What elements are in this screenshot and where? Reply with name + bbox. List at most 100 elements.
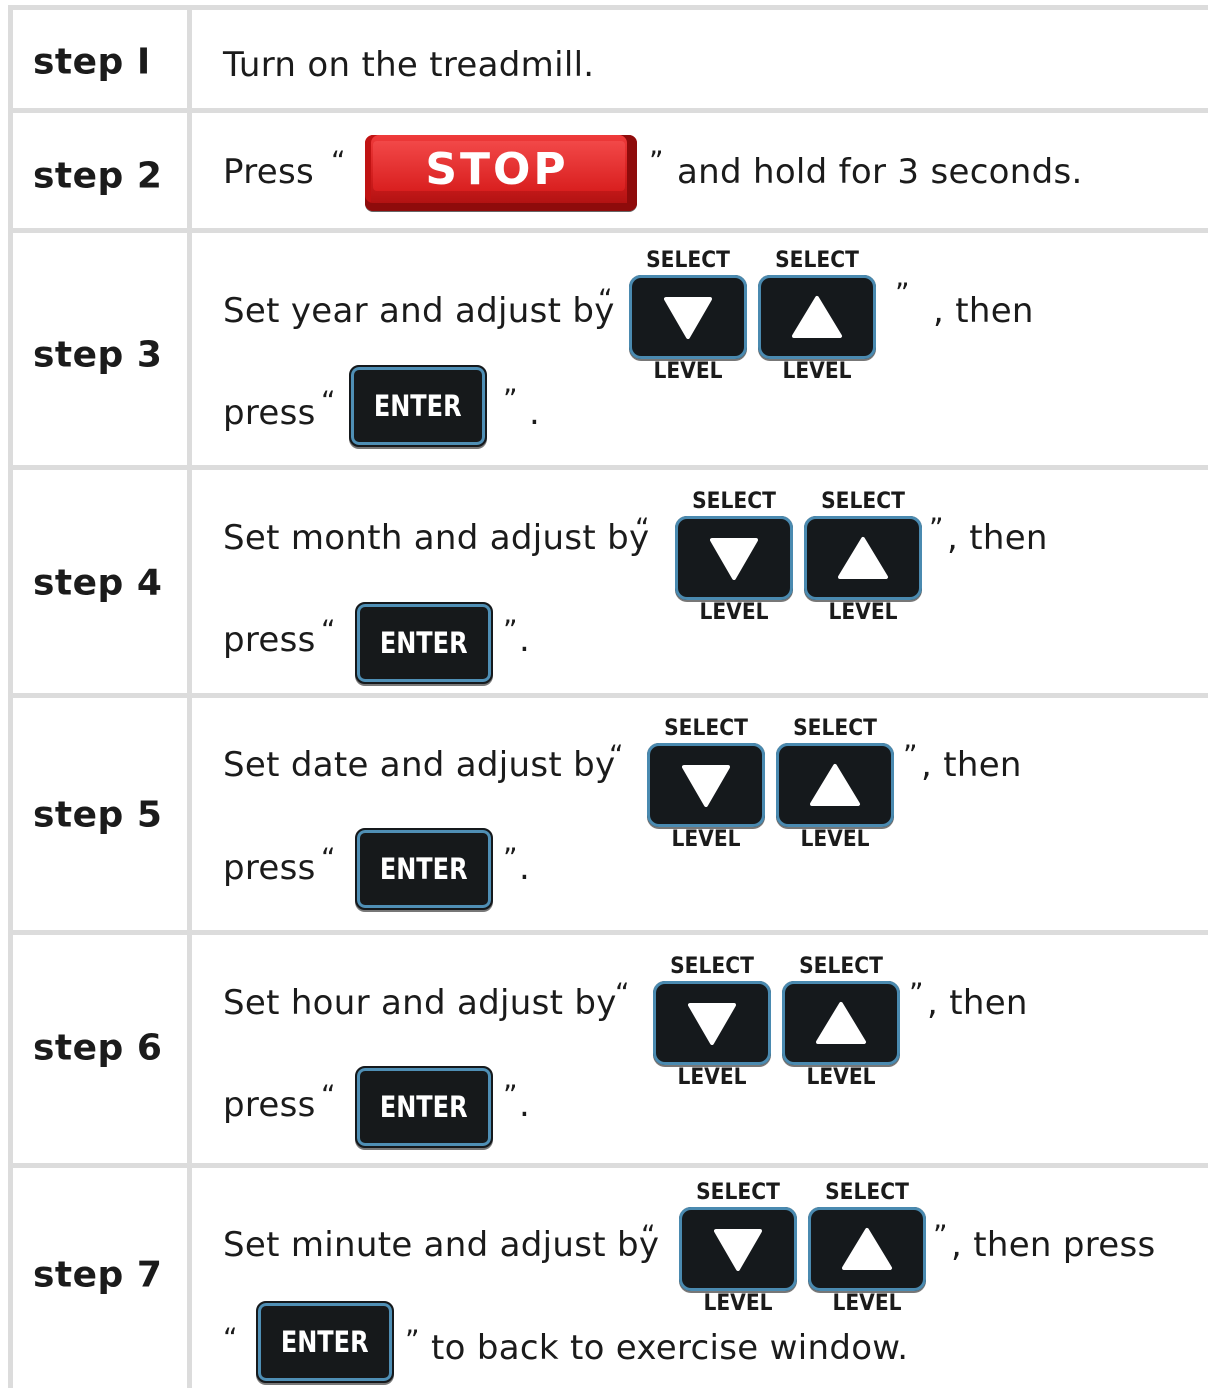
enter-button-label: ENTER [380, 626, 468, 660]
step-text: press [223, 848, 316, 888]
enter-button: ENTER [355, 1066, 493, 1148]
level-label: LEVEL [677, 1065, 747, 1090]
select-down-button: SELECT LEVEL [645, 716, 767, 852]
step-label: step 5 [33, 794, 163, 836]
open-quote: “ [321, 613, 336, 647]
select-up-button: SELECT LEVEL [802, 489, 924, 625]
step-text-end: , then [947, 518, 1048, 558]
open-quote: “ [641, 1218, 656, 1252]
step-text-end: to back to exercise window. [431, 1328, 909, 1368]
close-quote: ” [405, 1323, 420, 1357]
down-arrow-key [675, 516, 793, 600]
level-label: LEVEL [806, 1065, 876, 1090]
step-text: Set month and adjust by [223, 518, 650, 558]
open-quote: “ [331, 144, 346, 178]
select-down-button: SELECT LEVEL [673, 489, 795, 625]
step-text: press [223, 1085, 316, 1125]
select-label: SELECT [799, 954, 883, 979]
level-label: LEVEL [703, 1291, 773, 1316]
close-quote: ” [909, 976, 924, 1010]
enter-button: ENTER [355, 602, 493, 684]
step-text-end: . [519, 620, 531, 660]
select-label: SELECT [664, 716, 748, 741]
open-quote: “ [223, 1321, 238, 1355]
step-text: press [223, 393, 316, 433]
step-row-1: step I Turn on the treadmill. [13, 10, 1208, 108]
triangle-up-icon [842, 1228, 892, 1270]
step-text-end: . [519, 1085, 531, 1125]
select-label: SELECT [775, 248, 859, 273]
level-label: LEVEL [832, 1291, 902, 1316]
close-quote: ” [903, 738, 918, 772]
up-arrow-key [808, 1207, 926, 1291]
step-label: step I [33, 41, 151, 83]
close-quote: ” [503, 382, 518, 416]
step-row-5: step 5 Set date and adjust by “ SELECT L… [13, 693, 1208, 930]
step-text-end: , then [933, 291, 1034, 331]
step-text: Turn on the treadmill. [223, 45, 595, 85]
step-row-7: step 7 Set minute and adjust by “ SELECT… [13, 1163, 1208, 1393]
triangle-down-icon [682, 765, 730, 807]
select-label: SELECT [793, 716, 877, 741]
step-text-end: . [529, 393, 541, 433]
triangle-down-icon [688, 1003, 736, 1045]
step-text-end: , then [921, 745, 1022, 785]
triangle-down-icon [714, 1229, 762, 1271]
close-quote: ” [933, 1218, 948, 1252]
step-text: Set date and adjust by [223, 745, 616, 785]
enter-button-label: ENTER [380, 1090, 468, 1124]
open-quote: “ [609, 738, 624, 772]
select-label: SELECT [692, 489, 776, 514]
select-down-button: SELECT LEVEL [677, 1180, 799, 1316]
close-quote: ” [649, 144, 664, 178]
level-label: LEVEL [653, 359, 723, 384]
select-label: SELECT [646, 248, 730, 273]
select-up-button: SELECT LEVEL [774, 716, 896, 852]
enter-button: ENTER [256, 1301, 394, 1383]
steps-table: step I Turn on the treadmill. step 2 Pre… [8, 5, 1208, 1388]
enter-button: ENTER [349, 365, 487, 447]
close-quote: ” [503, 613, 518, 647]
step-text-end: , then press [951, 1225, 1156, 1265]
select-label: SELECT [821, 489, 905, 514]
level-label: LEVEL [828, 600, 898, 625]
step-label: step 6 [33, 1027, 163, 1069]
step-text: Set year and adjust by [223, 291, 615, 331]
enter-button-label: ENTER [281, 1325, 369, 1359]
up-arrow-key [782, 981, 900, 1065]
select-label: SELECT [696, 1180, 780, 1205]
stop-button-label: STOP [425, 143, 569, 195]
select-up-button: SELECT LEVEL [756, 248, 878, 384]
step-text: Set minute and adjust by [223, 1225, 660, 1265]
open-quote: “ [321, 384, 336, 418]
down-arrow-key [679, 1207, 797, 1291]
step-label: step 7 [33, 1254, 163, 1296]
down-arrow-key [629, 275, 747, 359]
down-arrow-key [653, 981, 771, 1065]
open-quote: “ [321, 841, 336, 875]
select-label: SELECT [670, 954, 754, 979]
level-label: LEVEL [699, 600, 769, 625]
up-arrow-key [804, 516, 922, 600]
triangle-down-icon [664, 297, 712, 339]
triangle-down-icon [710, 538, 758, 580]
up-arrow-key [776, 743, 894, 827]
select-up-button: SELECT LEVEL [806, 1180, 928, 1316]
select-up-button: SELECT LEVEL [780, 954, 902, 1090]
select-label: SELECT [825, 1180, 909, 1205]
step-text-end: , then [927, 983, 1028, 1023]
step-text: Set hour and adjust by [223, 983, 617, 1023]
enter-button-label: ENTER [380, 852, 468, 886]
down-arrow-key [647, 743, 765, 827]
select-down-button: SELECT LEVEL [627, 248, 749, 384]
step-label: step 4 [33, 562, 163, 604]
stop-button: STOP [365, 135, 637, 211]
open-quote: “ [598, 282, 613, 316]
up-arrow-key [758, 275, 876, 359]
enter-button: ENTER [355, 828, 493, 910]
step-row-2: step 2 Press “ STOP ” and hold for 3 sec… [13, 108, 1208, 228]
step-row-4: step 4 Set month and adjust by “ SELECT … [13, 465, 1208, 693]
level-label: LEVEL [782, 359, 852, 384]
triangle-up-icon [792, 296, 842, 338]
close-quote: ” [503, 841, 518, 875]
